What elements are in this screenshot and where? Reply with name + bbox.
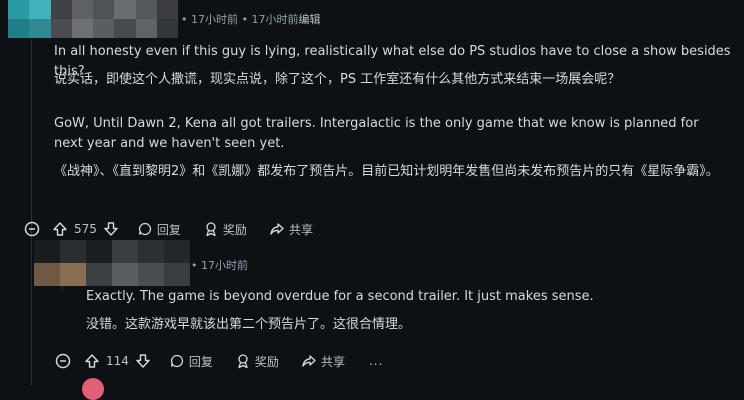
collapse-icon: [55, 353, 71, 369]
award-label: 奖励: [222, 222, 247, 237]
meta-bullet: •: [181, 13, 188, 26]
thread-line-main: [31, 40, 32, 385]
award-button[interactable]: 奖励: [203, 217, 247, 241]
edited-label: 编辑: [298, 13, 321, 26]
downvote-icon[interactable]: [103, 221, 119, 237]
more-options-button[interactable]: ...: [369, 349, 383, 373]
comment-actions: 575 回复 奖励 共享: [52, 217, 313, 241]
downvote-icon[interactable]: [135, 353, 151, 369]
award-icon: [203, 221, 219, 237]
share-icon: [301, 353, 317, 369]
comment-time[interactable]: 17小时前: [191, 13, 238, 26]
reply-label: 回复: [188, 354, 213, 369]
share-label: 共享: [320, 354, 345, 369]
meta-separator: •: [241, 13, 249, 26]
comment-meta: • 17小时前 • 17小时前编辑: [181, 11, 321, 27]
share-icon: [269, 221, 285, 237]
share-button[interactable]: 共享: [301, 349, 345, 373]
reply-icon: [169, 353, 185, 369]
reply-body-en: Exactly. The game is beyond overdue for …: [86, 289, 594, 304]
vote-score: 114: [106, 354, 129, 368]
comment-body-zh-2: 《战神》、《直到黎明2》和《凯娜》都发布了预告片。目前已知计划明年发售但尚未发布…: [54, 164, 719, 179]
collapse-button[interactable]: [24, 221, 40, 237]
meta-bullet: •: [191, 259, 198, 272]
reply-label: 回复: [156, 222, 181, 237]
upvote-icon[interactable]: [84, 353, 100, 369]
share-label: 共享: [288, 222, 313, 237]
reply-button[interactable]: 回复: [169, 349, 213, 373]
vote-score: 575: [74, 222, 97, 236]
avatar-username-pixelated[interactable]: [34, 240, 190, 286]
reply-actions: 114 回复 奖励 共享 ...: [84, 349, 383, 373]
reply-time[interactable]: 17小时前: [201, 259, 248, 272]
collapse-button[interactable]: [55, 353, 71, 369]
more-icon: ...: [368, 354, 384, 368]
next-comment-avatar[interactable]: [82, 378, 104, 400]
award-icon: [235, 353, 251, 369]
comment-body-en-2: GoW, Until Dawn 2, Kena all got trailers…: [54, 116, 699, 151]
reply-button[interactable]: 回复: [137, 217, 181, 241]
upvote-icon[interactable]: [52, 221, 68, 237]
award-button[interactable]: 奖励: [235, 349, 279, 373]
collapse-icon: [24, 221, 40, 237]
comment-body-zh-1: 说实话，即使这个人撒谎，现实点说，除了这个，PS 工作室还有什么其他方式来结束一…: [54, 72, 621, 87]
reply-body-zh: 没错。这款游戏早就该出第二个预告片了。这很合情理。: [86, 317, 412, 332]
edited-time: 17小时前: [251, 13, 299, 26]
award-label: 奖励: [254, 354, 279, 369]
reply-meta: • 17小时前: [191, 257, 248, 273]
share-button[interactable]: 共享: [269, 217, 313, 241]
reply-icon: [137, 221, 153, 237]
avatar-username-pixelated[interactable]: [8, 0, 178, 38]
